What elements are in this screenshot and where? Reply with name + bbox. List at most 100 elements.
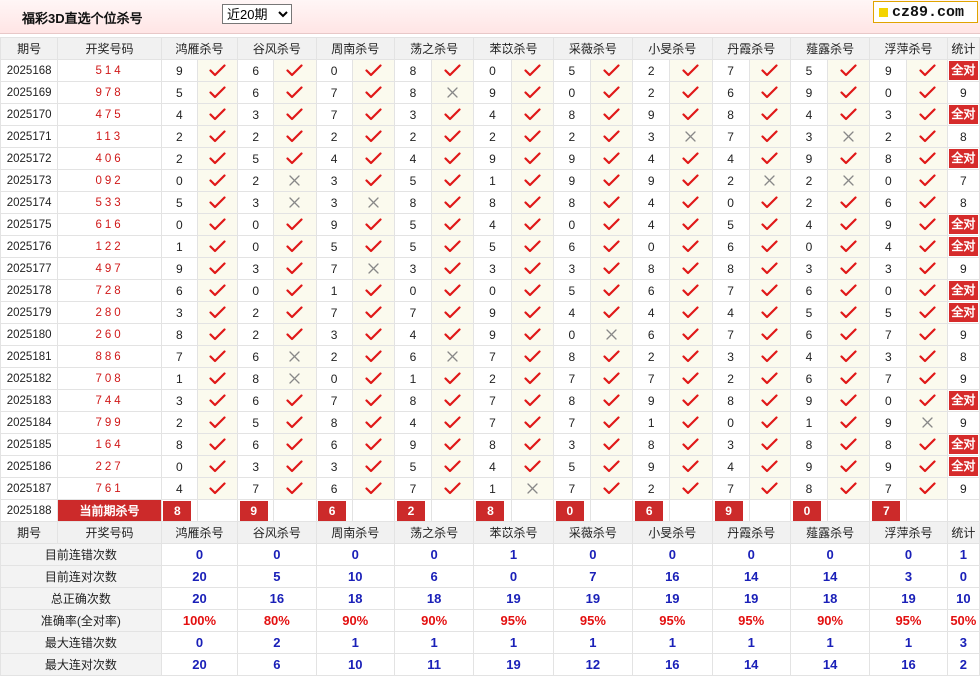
table-row: 2025180 260 8 2 3 4 9 0 6 7 6 7 9 — [0, 323, 980, 346]
col-header-predictor[interactable]: 小旻杀号 — [632, 37, 713, 60]
check-icon — [682, 108, 699, 121]
result-cell — [196, 389, 239, 412]
result-cell — [827, 279, 871, 302]
result-cell — [510, 81, 554, 104]
col-header-predictor[interactable]: 鸿雁杀号 — [160, 37, 239, 60]
col-header-predictor[interactable]: 采薇杀号 — [552, 521, 634, 544]
kill-value: 4 — [711, 301, 750, 324]
kill-value: 6 — [237, 433, 275, 456]
cross-icon — [764, 175, 775, 186]
issue-cell: 2025174 — [0, 191, 59, 214]
col-header-predictor[interactable]: 薤露杀号 — [789, 521, 871, 544]
col-header-predictor[interactable]: 苯苡杀号 — [473, 521, 554, 544]
kill-value: 4 — [315, 147, 353, 170]
check-icon — [918, 284, 936, 297]
result-cell — [906, 103, 948, 126]
check-icon — [286, 152, 304, 165]
kill-value: 8 — [552, 191, 591, 214]
result-cell — [273, 279, 317, 302]
result-cell — [351, 191, 395, 214]
col-header-predictor[interactable]: 薤露杀号 — [789, 37, 871, 60]
kill-value: 5 — [237, 147, 275, 170]
check-icon — [761, 482, 778, 495]
check-icon — [524, 108, 541, 121]
check-icon — [603, 416, 620, 429]
col-header-predictor[interactable]: 荡之杀号 — [393, 37, 475, 60]
result-cell — [589, 103, 634, 126]
kill-value: 3 — [315, 323, 353, 346]
kill-value: 2 — [789, 191, 829, 214]
current-kill-value: 0 — [792, 500, 821, 521]
result-cell — [589, 213, 634, 236]
stat-label: 目前连对次数 — [0, 565, 162, 588]
result-cell — [351, 301, 395, 324]
check-icon — [682, 438, 699, 451]
col-header-predictor[interactable]: 周南杀号 — [315, 37, 395, 60]
check-icon — [444, 262, 461, 275]
col-header-issue: 期号 — [0, 521, 59, 544]
check-icon — [603, 152, 620, 165]
col-header-predictor[interactable]: 谷风杀号 — [237, 37, 317, 60]
draw-number: 799 — [57, 411, 162, 434]
all-correct-badge: 全对 — [948, 303, 978, 322]
col-header-predictor[interactable]: 丹霞杀号 — [711, 521, 791, 544]
kill-value: 9 — [869, 411, 908, 434]
kill-value: 7 — [711, 279, 750, 302]
kill-value: 3 — [711, 345, 750, 368]
result-cell — [906, 169, 948, 192]
kill-value: 5 — [160, 81, 198, 104]
result-cell — [351, 81, 395, 104]
result-cell — [273, 323, 317, 346]
result-cell — [589, 301, 634, 324]
table-row: 2025174 533 5 3 3 8 8 8 4 0 2 6 8 — [0, 191, 980, 214]
check-icon — [840, 394, 857, 407]
current-kill-value: 7 — [872, 500, 901, 521]
check-icon — [524, 218, 541, 231]
check-icon — [286, 86, 304, 99]
kill-value: 6 — [789, 279, 829, 302]
stat-cell: 全对 — [946, 103, 980, 126]
col-header-predictor[interactable]: 浮萍杀号 — [869, 37, 948, 60]
result-cell — [669, 477, 713, 500]
col-header-predictor[interactable]: 浮萍杀号 — [869, 521, 948, 544]
result-cell — [351, 433, 395, 456]
col-header-predictor[interactable]: 荡之杀号 — [393, 521, 475, 544]
empty-cell — [906, 499, 948, 522]
issue-cell: 2025185 — [0, 433, 59, 456]
table-row: 2025186 227 0 3 3 5 4 5 9 4 9 9 全对 — [0, 455, 980, 478]
header-row: 期号 开奖号码 鸿雁杀号 谷风杀号 周南杀号 荡之杀号 苯苡杀号 采薇杀号 小旻杀号 丹霞杀号 薤露… — [0, 37, 980, 60]
stat-value: 95% — [869, 609, 948, 632]
col-header-predictor[interactable]: 采薇杀号 — [552, 37, 634, 60]
result-cell — [196, 455, 239, 478]
result-cell — [589, 433, 634, 456]
current-kill-value: 6 — [318, 500, 347, 521]
check-icon — [365, 416, 382, 429]
col-header-predictor[interactable]: 鸿雁杀号 — [160, 521, 239, 544]
kill-value: 2 — [315, 345, 353, 368]
kill-value: 9 — [160, 59, 198, 82]
period-select[interactable]: 近20期 — [222, 4, 292, 24]
check-icon — [682, 174, 699, 187]
cross-icon — [289, 351, 301, 362]
col-header-predictor[interactable]: 周南杀号 — [315, 521, 395, 544]
kill-value: 3 — [315, 169, 353, 192]
check-icon — [682, 350, 699, 363]
table-row: 2025185 164 8 6 6 9 8 3 8 3 8 8 全对 — [0, 433, 980, 456]
col-header-predictor[interactable]: 小旻杀号 — [632, 521, 713, 544]
stat-cell: 9 — [946, 81, 980, 104]
col-header-predictor[interactable]: 谷风杀号 — [237, 521, 317, 544]
site-logo[interactable]: cz89.com — [873, 1, 978, 23]
kill-value: 7 — [315, 103, 353, 126]
result-cell — [196, 213, 239, 236]
check-icon — [209, 130, 226, 143]
stat-label: 最大连错次数 — [0, 631, 162, 654]
kill-value: 4 — [869, 235, 908, 258]
kill-value: 7 — [632, 367, 671, 390]
col-header-predictor[interactable]: 丹霞杀号 — [711, 37, 791, 60]
col-header-predictor[interactable]: 苯苡杀号 — [473, 37, 554, 60]
kill-value: 8 — [473, 433, 512, 456]
stat-value: 0 — [160, 543, 239, 566]
kill-value: 7 — [315, 81, 353, 104]
empty-cell — [589, 499, 634, 522]
issue-cell: 2025171 — [0, 125, 59, 148]
